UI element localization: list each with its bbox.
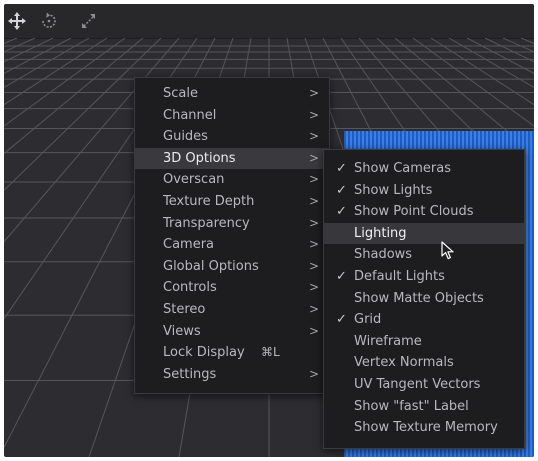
submenu-item[interactable]: ✓Lighting [324, 222, 524, 245]
submenu-arrow-icon: > [309, 302, 320, 316]
rotate-icon[interactable] [38, 10, 60, 32]
submenu-arrow-icon: > [309, 107, 320, 122]
menu-item[interactable]: Controls > [135, 277, 329, 299]
submenu-item[interactable]: ✓Vertex Normals [324, 352, 524, 374]
submenu-arrow-icon: > [309, 237, 320, 252]
submenu-item-label: Default Lights [354, 269, 445, 284]
submenu-item-label: Show "fast" Label [354, 398, 469, 414]
menu-item[interactable]: Views > [135, 321, 329, 343]
submenu-item[interactable]: ✓Show Texture Memory [324, 417, 524, 439]
menu-item-label: 3D Options [163, 150, 236, 166]
menu-item[interactable]: Scale > [135, 83, 329, 105]
submenu-item-label: Shadows [354, 247, 413, 263]
submenu-item[interactable]: ✓ Default Lights [324, 266, 524, 288]
submenu-arrow-icon: > [309, 194, 320, 208]
menu-item-label: Global Options [163, 258, 259, 274]
submenu-item[interactable]: ✓Wireframe [324, 331, 524, 353]
menu-item-label: Scale [163, 86, 198, 101]
submenu-arrow-icon: > [309, 172, 320, 187]
menu-item[interactable]: Channel > [135, 105, 329, 127]
screenshot: Scale > Channel > Guides >3D Options > Overscan… [0, 0, 538, 461]
menu-item-label: Views [163, 323, 201, 339]
submenu-item-label: Wireframe [354, 333, 422, 349]
submenu-item-label: Show Cameras [354, 161, 451, 176]
submenu-item[interactable]: ✓ Show Cameras [324, 158, 524, 180]
menu-item[interactable]: Camera > [135, 234, 329, 256]
submenu-item[interactable]: ✓Show Matte Objects [324, 288, 524, 310]
submenu-item[interactable]: ✓ Grid [324, 309, 524, 331]
submenu-item-label: Vertex Normals [354, 355, 454, 371]
submenu-item[interactable]: ✓UV Tangent Vectors [324, 374, 524, 396]
menu-item[interactable]: Transparency > [135, 213, 329, 235]
submenu-item-label: Show Point Clouds [354, 204, 474, 220]
menu-item-label: Overscan [163, 172, 225, 188]
menu-item-label: Lock Display [163, 345, 245, 361]
menu-item-label: Stereo [163, 302, 206, 317]
menu-item-label: Guides [163, 129, 208, 145]
submenu-arrow-icon: > [309, 129, 320, 144]
mouse-cursor [441, 241, 455, 261]
submenu-item[interactable]: ✓ Show Lights [324, 180, 524, 202]
submenu-item-label: Show Lights [354, 182, 433, 198]
check-icon: ✓ [336, 312, 347, 328]
check-icon: ✓ [336, 182, 347, 198]
submenu-item[interactable]: ✓Show "fast" Label [324, 396, 524, 418]
submenu-arrow-icon: > [309, 86, 320, 100]
menu-item-label: Texture Depth [163, 194, 255, 209]
submenu-arrow-icon: > [309, 323, 320, 338]
shortcut-label: ⌘L [261, 345, 280, 360]
submenu-arrow-icon: > [309, 366, 320, 381]
viewer-context-menu: Scale > Channel > Guides >3D Options > Overscan… [134, 77, 330, 394]
submenu-arrow-icon: > [309, 258, 320, 273]
menu-item[interactable]: Overscan > [135, 169, 329, 191]
menu-item[interactable]: Stereo > [135, 299, 329, 321]
menu-item-label: Camera [163, 237, 215, 253]
check-icon: ✓ [336, 269, 347, 284]
submenu-item-label: UV Tangent Vectors [354, 377, 481, 392]
check-icon: ✓ [336, 161, 347, 176]
submenu-item-label: Show Matte Objects [354, 290, 484, 306]
submenu-item[interactable]: ✓Shadows [324, 244, 524, 266]
scale-icon[interactable] [78, 10, 100, 32]
3d-options-submenu: ✓ Show Cameras ✓ Show Lights ✓ Show Point Clo… [323, 149, 525, 449]
submenu-arrow-icon: > [309, 150, 320, 165]
menu-item-label: Channel [163, 107, 217, 123]
submenu-item-label: Lighting [354, 225, 407, 241]
menu-item[interactable]: Global Options > [135, 256, 329, 278]
submenu-item-label: Show Texture Memory [354, 420, 498, 436]
menu-item[interactable]: 3D Options > [135, 147, 329, 170]
menu-item[interactable]: Texture Depth > [135, 191, 329, 213]
viewer-toolbar [4, 4, 534, 39]
submenu-arrow-icon: > [309, 215, 320, 230]
menu-item[interactable]: Settings > [135, 364, 329, 386]
submenu-item-label: Grid [354, 312, 382, 328]
move-icon[interactable] [6, 10, 28, 32]
menu-item-label: Settings [163, 366, 217, 382]
menu-item[interactable]: Guides > [135, 126, 329, 148]
menu-item-label: Controls [163, 280, 217, 296]
menu-item[interactable]: Lock Display ⌘L [135, 342, 329, 364]
menu-item-label: Transparency [163, 215, 250, 231]
check-icon: ✓ [336, 204, 347, 220]
submenu-item[interactable]: ✓ Show Point Clouds [324, 201, 524, 223]
submenu-arrow-icon: > [309, 280, 320, 295]
3d-viewport[interactable]: Scale > Channel > Guides >3D Options > Overscan… [4, 4, 534, 457]
